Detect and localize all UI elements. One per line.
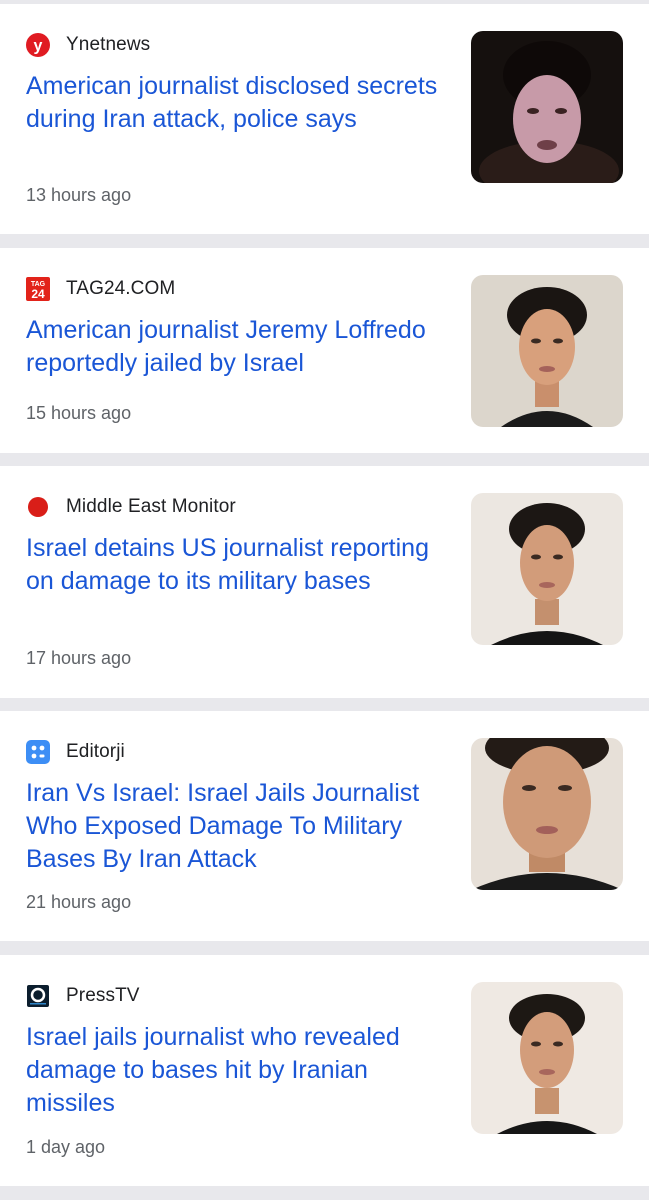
source-name: TAG24.COM — [66, 278, 176, 299]
thumbnail-image[interactable] — [471, 493, 623, 645]
news-card[interactable]: TAG 24 TAG24.COM American journalist Jer… — [0, 248, 649, 453]
news-card[interactable]: Middle East Monitor Israel detains US jo… — [0, 466, 649, 698]
svg-text:24: 24 — [31, 287, 45, 301]
source-row: TAG 24 TAG24.COM — [26, 276, 175, 302]
tag24-logo-icon: TAG 24 — [26, 277, 50, 301]
source-row: PressTV — [26, 983, 140, 1009]
source-row: y Ynetnews — [26, 32, 150, 58]
thumbnail-image[interactable] — [471, 738, 623, 890]
headline-link[interactable]: Israel detains US journalist reporting o… — [26, 532, 451, 598]
timestamp: 13 hours ago — [26, 185, 132, 205]
source-name: Editorji — [66, 741, 125, 762]
thumbnail-image[interactable] — [471, 275, 623, 427]
timestamp: 1 day ago — [26, 1137, 106, 1157]
news-card[interactable]: PressTV Israel jails journalist who reve… — [0, 955, 649, 1186]
headline-link[interactable]: American journalist disclosed secrets du… — [26, 70, 451, 136]
thumbnail-image[interactable] — [471, 31, 623, 183]
timestamp: 15 hours ago — [26, 403, 132, 423]
news-card[interactable]: y Ynetnews American journalist disclosed… — [0, 4, 649, 234]
headline-link[interactable]: Israel jails journalist who revealed dam… — [26, 1021, 451, 1120]
thumbnail-image[interactable] — [471, 982, 623, 1134]
news-card[interactable]: Editorji Iran Vs Israel: Israel Jails Jo… — [0, 711, 649, 941]
news-feed: y Ynetnews American journalist disclosed… — [0, 0, 649, 1200]
source-row: Middle East Monitor — [26, 494, 236, 520]
headline-link[interactable]: Iran Vs Israel: Israel Jails Journalist … — [26, 777, 451, 876]
headline-link[interactable]: American journalist Jeremy Loffredo repo… — [26, 314, 451, 380]
source-name: Ynetnews — [66, 34, 151, 55]
timestamp: 21 hours ago — [26, 892, 132, 912]
ynetnews-logo-icon: y — [26, 33, 50, 57]
source-name: Middle East Monitor — [66, 496, 236, 517]
source-name: PressTV — [66, 985, 140, 1006]
middle-east-monitor-logo-icon — [26, 495, 50, 519]
svg-text:y: y — [34, 38, 43, 55]
presstv-logo-icon — [26, 984, 50, 1008]
timestamp: 17 hours ago — [26, 648, 132, 668]
editorji-logo-icon — [26, 740, 50, 764]
source-row: Editorji — [26, 739, 125, 765]
